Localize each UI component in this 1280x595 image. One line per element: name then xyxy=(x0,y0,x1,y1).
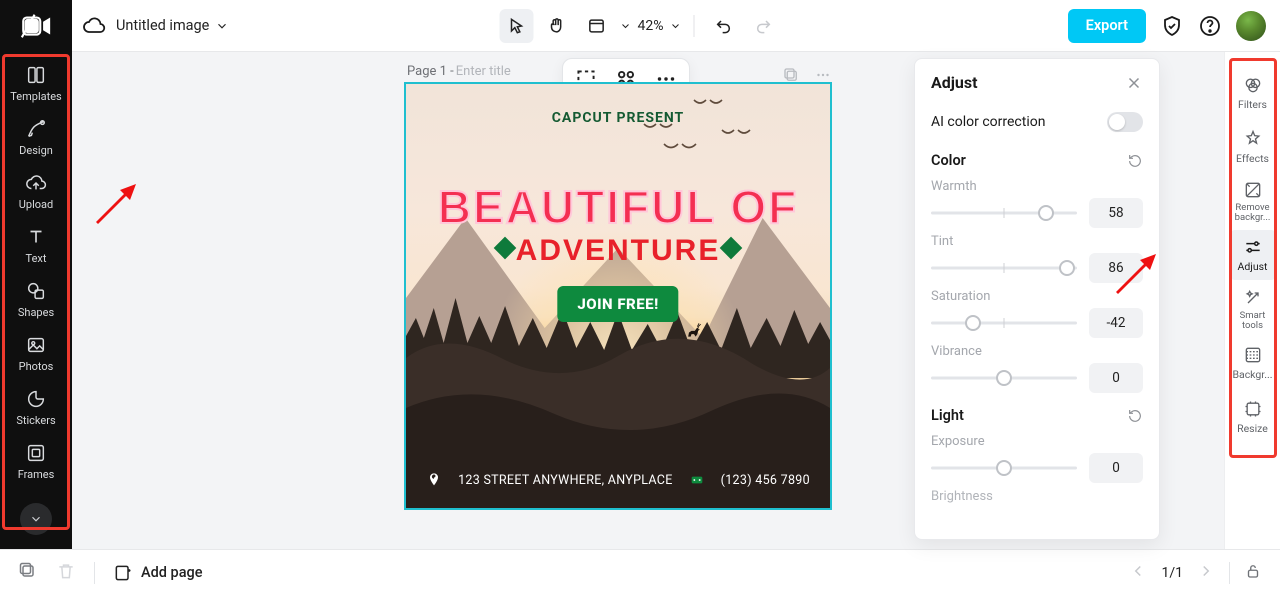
canvas-text-title2[interactable]: ADVENTURE xyxy=(406,234,830,268)
right-rail: Filters Effects Remove backgr... Adjust … xyxy=(1224,52,1280,549)
rail-item-resize[interactable]: Resize xyxy=(1229,392,1277,442)
deer-silhouette xyxy=(684,320,704,340)
tint-slider[interactable] xyxy=(931,256,1077,280)
rail-item-adjust[interactable]: Adjust xyxy=(1229,230,1277,280)
slider-label: Vibrance xyxy=(931,344,1143,359)
phone-icon xyxy=(689,472,705,488)
hand-tool-button[interactable] xyxy=(540,9,574,43)
rail-item-remove-background[interactable]: Remove backgr... xyxy=(1229,176,1277,226)
document-title[interactable]: Untitled image xyxy=(116,17,209,34)
sidebar-item-frames[interactable]: Frames xyxy=(6,434,66,488)
shield-icon[interactable] xyxy=(1160,14,1184,38)
canvas-size-button[interactable] xyxy=(580,9,614,43)
rail-label: Resize xyxy=(1237,422,1268,435)
chevron-down-icon[interactable] xyxy=(620,20,632,32)
sidebar-label: Design xyxy=(19,144,53,157)
sidebar-label: Photos xyxy=(19,360,54,373)
slider-label: Saturation xyxy=(931,289,1143,304)
sidebar-label: Frames xyxy=(18,468,55,481)
slider-label: Exposure xyxy=(931,434,1143,449)
vibrance-value[interactable]: 0 xyxy=(1089,363,1143,393)
chevron-down-icon[interactable] xyxy=(670,20,682,32)
annotation-arrow xyxy=(90,182,138,234)
user-avatar[interactable] xyxy=(1236,11,1266,41)
page-number-label: Page 1 - xyxy=(407,64,454,79)
rail-label: Remove backgr... xyxy=(1229,203,1277,223)
sidebar-label: Text xyxy=(26,252,47,265)
adjust-panel: Adjust AI color correction Color xyxy=(914,58,1160,540)
sidebar-item-design[interactable]: Design xyxy=(6,110,66,164)
rail-label: Adjust xyxy=(1238,260,1268,273)
delete-page-icon xyxy=(56,561,76,585)
slider-label: Tint xyxy=(931,234,1143,249)
rail-item-background[interactable]: Backgr... xyxy=(1229,338,1277,388)
sidebar-item-templates[interactable]: Templates xyxy=(6,56,66,110)
add-page-button[interactable]: Add page xyxy=(113,563,203,583)
add-page-label: Add page xyxy=(141,564,203,581)
left-sidebar: Templates Design Upload Text Shapes Phot… xyxy=(0,52,72,549)
cloud-sync-icon[interactable] xyxy=(82,14,106,38)
cursor-tool-button[interactable] xyxy=(500,9,534,43)
adjust-panel-title: Adjust xyxy=(931,73,978,92)
tint-value[interactable]: 86 xyxy=(1089,253,1143,283)
slider-label: Warmth xyxy=(931,179,1143,194)
next-page-button xyxy=(1197,562,1215,584)
sidebar-item-stickers[interactable]: Stickers xyxy=(6,380,66,434)
rail-item-effects[interactable]: Effects xyxy=(1229,122,1277,172)
sidebar-more-button[interactable] xyxy=(20,503,52,535)
color-section-title: Color xyxy=(931,152,966,169)
rail-item-filters[interactable]: Filters xyxy=(1229,68,1277,118)
rail-label: Smart tools xyxy=(1229,311,1277,331)
vibrance-slider[interactable] xyxy=(931,366,1077,390)
rail-label: Backgr... xyxy=(1232,368,1272,381)
prev-page-button xyxy=(1129,562,1147,584)
canvas-cta-button[interactable]: JOIN FREE! xyxy=(557,286,678,322)
birds xyxy=(544,94,784,164)
exposure-slider[interactable] xyxy=(931,456,1077,480)
ai-color-correction-label: AI color correction xyxy=(931,114,1045,130)
canvas-text-present[interactable]: CAPCUT PRESENT xyxy=(406,110,830,126)
page-title-input[interactable]: Enter title xyxy=(456,64,511,79)
sidebar-label: Templates xyxy=(10,90,61,103)
close-icon[interactable] xyxy=(1125,74,1143,92)
layers-lock-icon[interactable] xyxy=(1244,562,1262,584)
chevron-down-icon[interactable] xyxy=(215,19,229,33)
sidebar-label: Upload xyxy=(19,198,53,211)
canvas[interactable]: CAPCUT PRESENT BEAUTIFUL OF ADVENTURE JO… xyxy=(404,82,832,510)
undo-button[interactable] xyxy=(707,9,741,43)
canvas-address[interactable]: 123 STREET ANYWHERE, ANYPLACE xyxy=(458,473,673,488)
exposure-value[interactable]: 0 xyxy=(1089,453,1143,483)
page-indicator: 1/1 xyxy=(1161,565,1183,581)
saturation-value[interactable]: -42 xyxy=(1089,308,1143,338)
rail-label: Filters xyxy=(1238,98,1267,111)
sidebar-item-photos[interactable]: Photos xyxy=(6,326,66,380)
sidebar-label: Shapes xyxy=(18,306,54,319)
sidebar-item-shapes[interactable]: Shapes xyxy=(6,272,66,326)
export-button[interactable]: Export xyxy=(1068,9,1146,43)
help-icon[interactable] xyxy=(1198,14,1222,38)
light-section-title: Light xyxy=(931,407,964,424)
warmth-value[interactable]: 58 xyxy=(1089,198,1143,228)
canvas-phone[interactable]: (123) 456 7890 xyxy=(721,473,810,488)
app-logo[interactable] xyxy=(0,0,72,52)
sidebar-label: Stickers xyxy=(16,414,55,427)
location-pin-icon xyxy=(426,472,442,488)
reset-icon[interactable] xyxy=(1127,408,1143,424)
redo-button xyxy=(747,9,781,43)
reset-icon[interactable] xyxy=(1127,153,1143,169)
ai-color-correction-toggle[interactable] xyxy=(1107,112,1143,132)
canvas-text-title1[interactable]: BEAUTIFUL OF xyxy=(406,180,830,234)
saturation-slider[interactable] xyxy=(931,311,1077,335)
warmth-slider[interactable] xyxy=(931,201,1077,225)
sidebar-item-text[interactable]: Text xyxy=(6,218,66,272)
rail-label: Effects xyxy=(1236,152,1269,165)
zoom-level[interactable]: 42% xyxy=(638,18,664,34)
pages-overview-icon[interactable] xyxy=(18,561,38,585)
sidebar-item-upload[interactable]: Upload xyxy=(6,164,66,218)
rail-item-smart-tools[interactable]: Smart tools xyxy=(1229,284,1277,334)
slider-label: Brightness xyxy=(931,489,1143,504)
